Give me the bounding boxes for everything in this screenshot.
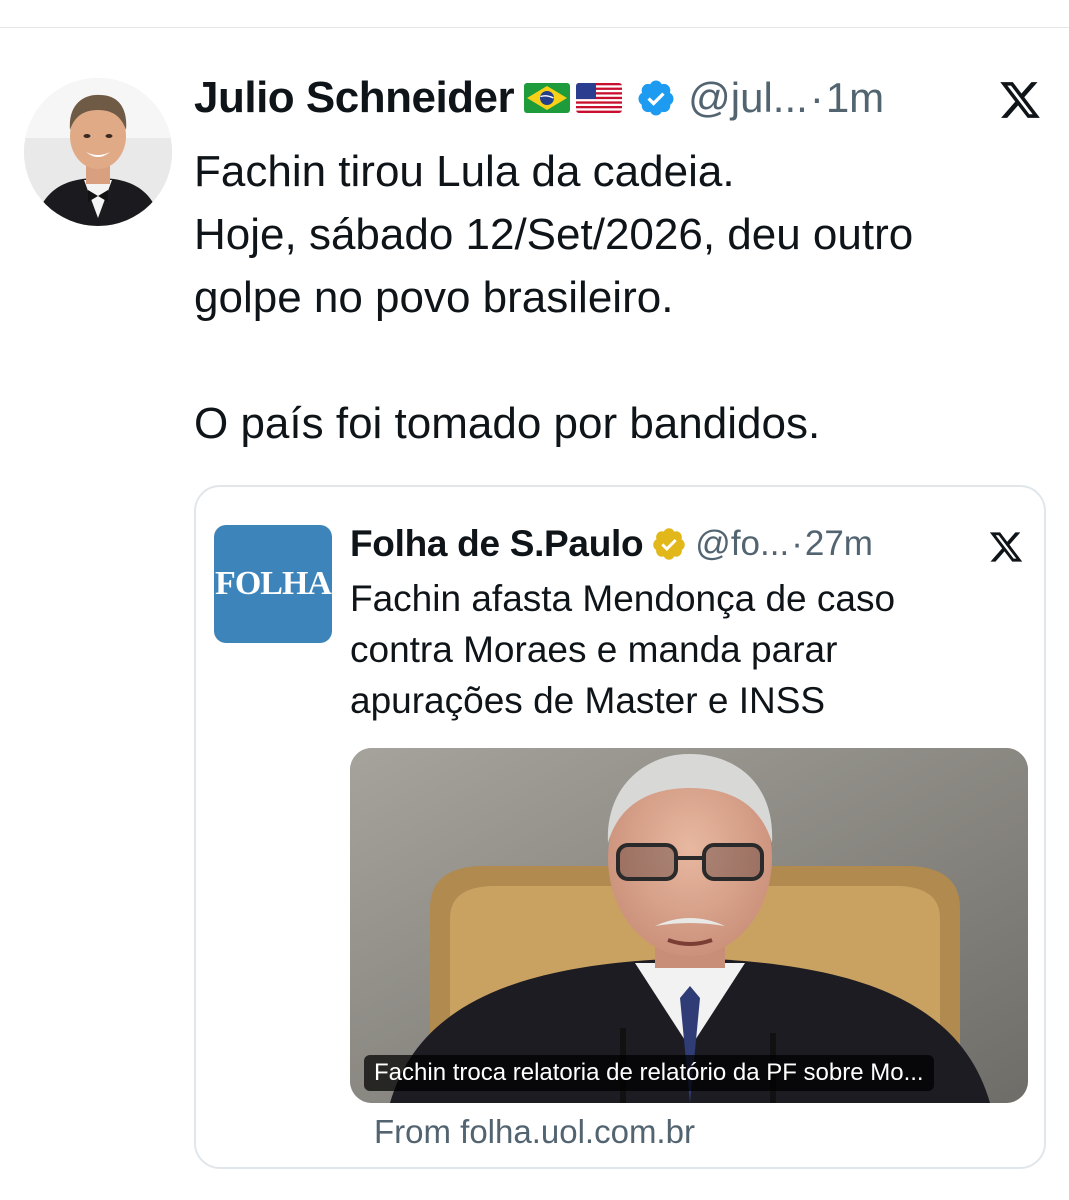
blue-verified-icon[interactable] xyxy=(636,78,676,118)
brazil-flag-icon xyxy=(524,83,571,113)
tweet-time[interactable]: 1m xyxy=(826,74,884,122)
preview-caption: Fachin troca relatoria de relatório da P… xyxy=(364,1055,934,1091)
author-handle[interactable]: @jul... xyxy=(688,74,808,122)
quoted-author-handle[interactable]: @fo... xyxy=(695,524,789,564)
tweet-text-line: Fachin tirou Lula da cadeia. xyxy=(194,147,735,196)
x-logo-icon[interactable] xyxy=(988,529,1024,565)
quoted-text-line: apurações de Master e INSS xyxy=(350,680,826,721)
usa-flag-icon xyxy=(576,83,623,113)
quoted-text-line: Fachin afasta Mendonça de caso xyxy=(350,578,896,619)
tweet-text-line: golpe no povo brasileiro. xyxy=(194,273,674,322)
folha-avatar[interactable]: FOLHA xyxy=(214,525,332,643)
separator-dot: · xyxy=(809,74,824,121)
quoted-tweet-card[interactable]: FOLHA Folha de S.Paulo @fo... · 27m Fach… xyxy=(194,485,1046,1169)
x-logo-icon[interactable] xyxy=(998,78,1042,122)
author-avatar[interactable] xyxy=(24,78,172,226)
quoted-tweet-time[interactable]: 27m xyxy=(805,524,873,564)
preview-photo xyxy=(350,748,1028,1103)
link-preview-image[interactable]: Fachin troca relatoria de relatório da P… xyxy=(350,748,1028,1103)
folha-logo-text: FOLHA xyxy=(215,565,332,602)
quoted-tweet-header: Folha de S.Paulo @fo... · 27m xyxy=(350,519,873,569)
quoted-author-name[interactable]: Folha de S.Paulo xyxy=(350,523,644,565)
quoted-text-line: contra Moraes e manda parar xyxy=(350,629,838,670)
tweet-text: Fachin tirou Lula da cadeia. Hoje, sábad… xyxy=(194,140,1054,455)
tweet-header: Julio Schneider @jul... · 1m xyxy=(194,70,884,126)
avatar-photo xyxy=(24,78,172,226)
author-name[interactable]: Julio Schneider xyxy=(194,73,515,123)
quoted-tweet-text: Fachin afasta Mendonça de caso contra Mo… xyxy=(350,573,1030,726)
link-source[interactable]: From folha.uol.com.br xyxy=(374,1113,695,1151)
gold-verified-icon[interactable] xyxy=(651,526,687,562)
tweet-text-line: Hoje, sábado 12/Set/2026, deu outro xyxy=(194,210,914,259)
top-divider xyxy=(0,27,1069,28)
separator-dot: · xyxy=(791,524,803,563)
tweet-text-line: O país foi tomado por bandidos. xyxy=(194,399,821,448)
